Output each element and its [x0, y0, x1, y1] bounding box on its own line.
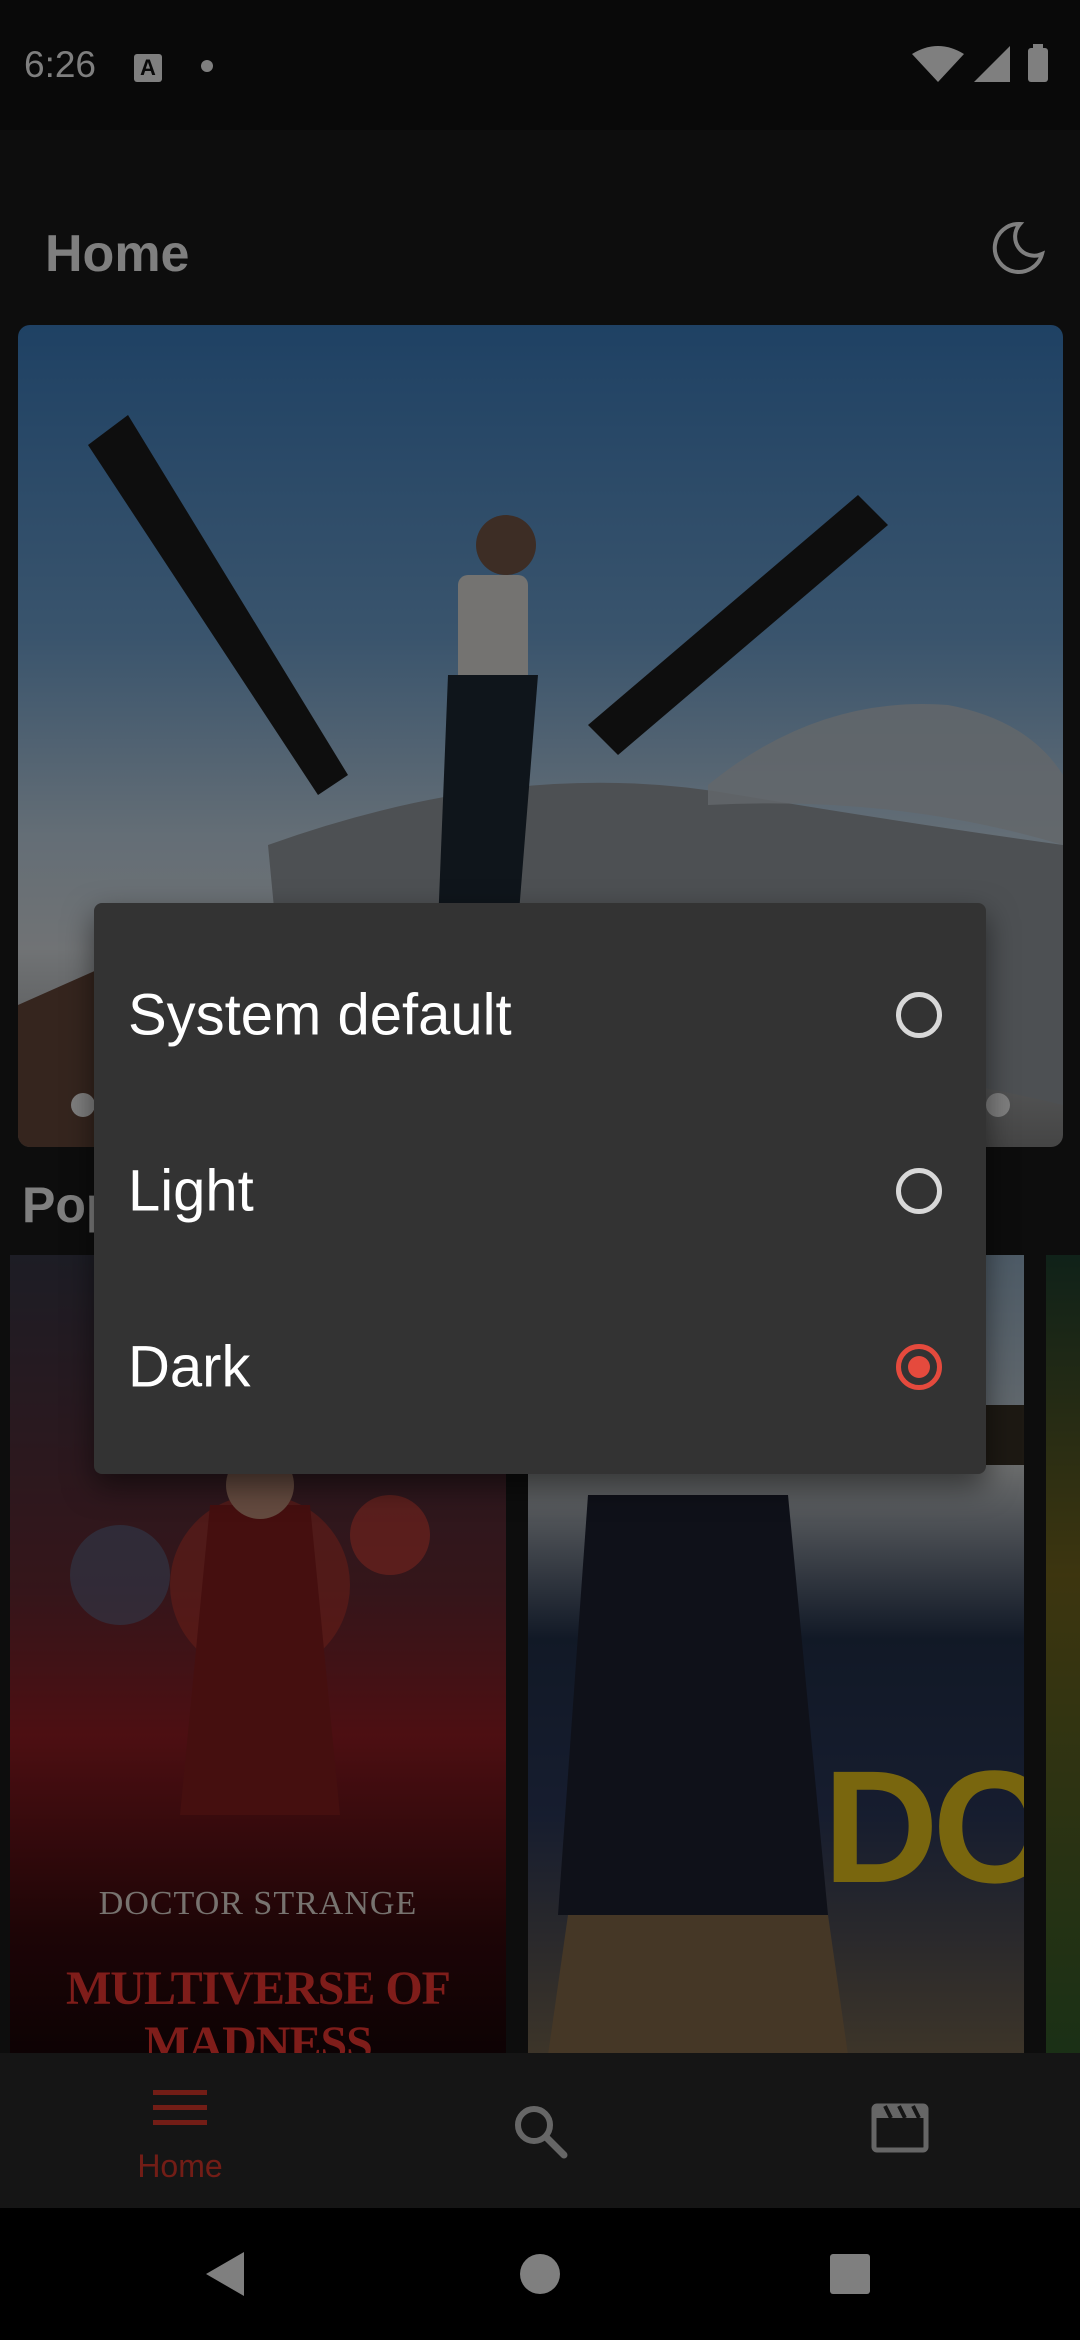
theme-option-system-default[interactable]: System default	[94, 927, 986, 1103]
radio-button-selected[interactable]	[896, 1344, 942, 1390]
theme-dialog: System default Light Dark	[94, 903, 986, 1474]
option-label: Light	[128, 1158, 254, 1224]
option-label: System default	[128, 982, 512, 1048]
radio-button[interactable]	[896, 992, 942, 1038]
theme-option-light[interactable]: Light	[94, 1103, 986, 1279]
option-label: Dark	[128, 1334, 251, 1400]
radio-button[interactable]	[896, 1168, 942, 1214]
theme-option-dark[interactable]: Dark	[94, 1279, 986, 1455]
